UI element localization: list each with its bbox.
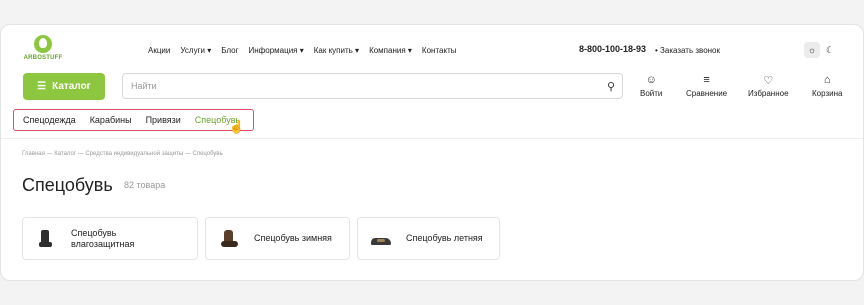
nav-item-contacts[interactable]: Контакты	[422, 46, 457, 55]
user-icon: ☺	[645, 74, 657, 86]
compare-button[interactable]: ≡ Сравнение	[686, 74, 727, 98]
nav-item-blog[interactable]: Блог	[221, 46, 238, 55]
nav-item-information[interactable]: Информация ▾	[249, 46, 304, 55]
search-icon[interactable]: ⚲	[607, 80, 615, 93]
dropdown-arrow-icon: ▾	[355, 46, 360, 55]
heart-icon: ♡	[763, 75, 774, 87]
sun-icon[interactable]: ☼	[804, 42, 820, 58]
breadcrumb-home[interactable]: Главная	[22, 151, 45, 157]
logo[interactable]: ARBOSTUFF	[21, 35, 65, 61]
divider	[1, 138, 863, 139]
logo-text: ARBOSTUFF	[23, 55, 63, 61]
favorites-button[interactable]: ♡ Избранное	[748, 74, 789, 98]
breadcrumb-ppe[interactable]: Средства индивидуальной защиты	[85, 151, 183, 157]
hand-cursor-icon: ☝	[229, 120, 244, 134]
subcategory-label: Спецобувь летняя	[406, 233, 483, 243]
subcategory-label: Спецобувь зимняя	[254, 233, 332, 243]
nav-item-how-to-buy[interactable]: Как купить ▾	[314, 46, 359, 55]
tab-carabiners[interactable]: Карабины	[90, 115, 132, 125]
logo-icon	[34, 35, 52, 53]
cart-button[interactable]: ⌂ Корзина	[812, 74, 842, 98]
page-title: Спецобувь	[22, 175, 113, 195]
search-placeholder: Найти	[131, 81, 157, 91]
breadcrumb-catalog[interactable]: Каталог	[54, 151, 76, 157]
breadcrumb: Главная — Каталог — Средства индивидуаль…	[22, 151, 223, 157]
menu-icon: ☰	[37, 81, 47, 92]
tab-harnesses[interactable]: Привязи	[146, 115, 181, 125]
nav-item-company[interactable]: Компания ▾	[369, 46, 412, 55]
product-count: 82 товара	[124, 180, 166, 190]
subcategory-card-winter[interactable]: Спецобувь зимняя	[205, 217, 350, 260]
page-frame: ARBOSTUFF Акции Услуги ▾ Блог Информация…	[0, 24, 864, 281]
theme-switcher[interactable]: ☼ ☾	[804, 42, 834, 58]
catalog-button-label: Каталог	[52, 81, 91, 92]
rubber-boot-icon	[35, 229, 57, 248]
nav-item-promotions[interactable]: Акции	[148, 46, 170, 55]
moon-icon[interactable]: ☾	[826, 45, 834, 56]
catalog-button[interactable]: ☰ Каталог	[23, 73, 105, 100]
subcategory-card-summer[interactable]: Спецобувь летняя	[357, 217, 500, 260]
top-navigation: Акции Услуги ▾ Блог Информация ▾ Как куп…	[148, 46, 456, 55]
summer-shoe-icon	[370, 230, 392, 248]
login-button[interactable]: ☺ Войти	[640, 74, 662, 98]
dropdown-arrow-icon: ▾	[407, 46, 412, 55]
dot-icon: •	[655, 46, 658, 55]
nav-item-services[interactable]: Услуги ▾	[180, 46, 211, 55]
compare-icon: ≡	[703, 74, 710, 86]
cart-icon: ⌂	[823, 74, 831, 86]
callback-link[interactable]: • Заказать звонок	[655, 46, 720, 55]
subcategory-card-waterproof[interactable]: Спецобувь влагозащитная	[22, 217, 198, 260]
tab-workwear[interactable]: Спецодежда	[23, 115, 76, 125]
winter-boot-icon	[218, 229, 240, 248]
dropdown-arrow-icon: ▾	[207, 46, 212, 55]
breadcrumb-current: Спецобувь	[192, 151, 223, 157]
dropdown-arrow-icon: ▾	[299, 46, 304, 55]
phone-number[interactable]: 8-800-100-18-93	[579, 44, 646, 54]
category-tabs: Спецодежда Карабины Привязи Спецобувь	[13, 109, 254, 131]
subcategory-label: Спецобувь влагозащитная	[71, 227, 135, 249]
search-input[interactable]: Найти ⚲	[122, 73, 623, 99]
